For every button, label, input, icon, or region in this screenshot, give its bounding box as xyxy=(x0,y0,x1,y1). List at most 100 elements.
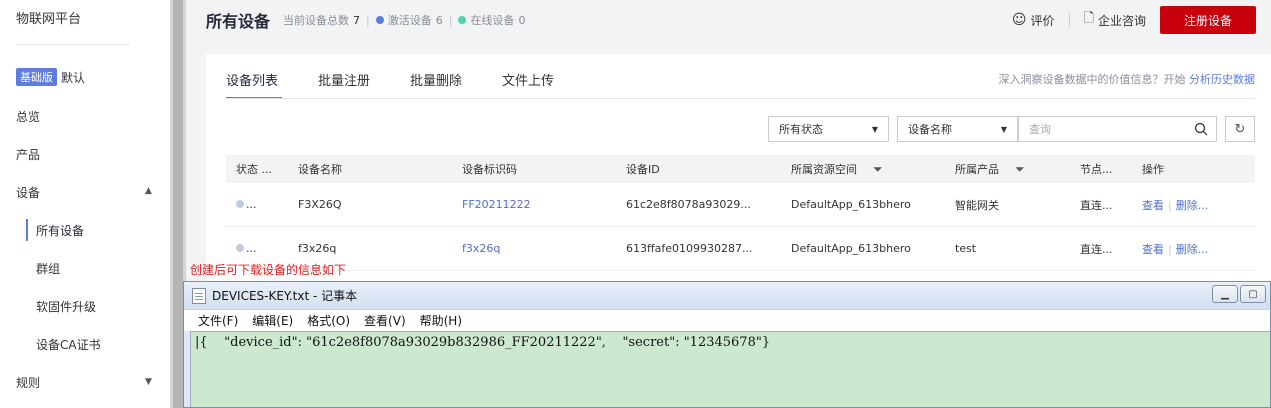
rate-link[interactable]: ☺ 评价 xyxy=(1012,12,1055,29)
insight-message: 深入洞察设备数据中的价值信息？开始 xyxy=(998,73,1186,86)
resource-space: DefaultApp_613bhero xyxy=(791,242,911,255)
status-indicator: ... xyxy=(236,242,257,255)
total-value: 7 xyxy=(353,13,360,27)
delete-link[interactable]: 删除... xyxy=(1176,243,1209,256)
maximize-button[interactable]: ▢ xyxy=(1240,285,1266,303)
device-code-link[interactable]: f3x26q xyxy=(452,242,616,255)
notepad-menubar: 文件(F) 编辑(E) 格式(O) 查看(V) 帮助(H) xyxy=(184,309,1270,331)
device-table: 状态 ... 设备名称 设备标识码 设备ID 所属资源空间 ⏷ 所属产品 ⏷ 节… xyxy=(226,155,1255,271)
analyze-history-link[interactable]: 分析历史数据 xyxy=(1189,73,1255,86)
status-indicator: ... xyxy=(236,198,257,211)
action-divider: | xyxy=(1168,242,1172,256)
register-device-button[interactable]: 注册设备 xyxy=(1160,6,1256,34)
device-id: 61c2e8f8078a93029... xyxy=(626,198,751,211)
row-actions: 查看 | 删除... xyxy=(1132,241,1255,257)
col-product-label: 所属产品 xyxy=(955,163,999,176)
table-header: 状态 ... 设备名称 设备标识码 设备ID 所属资源空间 ⏷ 所属产品 ⏷ 节… xyxy=(226,155,1255,183)
chevron-up-icon[interactable]: ▲ xyxy=(145,186,152,196)
tab-batch-register[interactable]: 批量注册 xyxy=(318,70,370,99)
status-select-value: 所有状态 xyxy=(779,123,823,136)
menu-edit[interactable]: 编辑(E) xyxy=(252,312,293,329)
rate-label: 评价 xyxy=(1030,13,1055,28)
node-type: 直连... xyxy=(1080,242,1113,256)
menu-view[interactable]: 查看(V) xyxy=(364,312,406,329)
active-label: 激活设备 xyxy=(387,14,432,27)
device-code-link[interactable]: FF20211222 xyxy=(452,198,616,211)
search-placeholder: 查询 xyxy=(1029,123,1051,136)
caret-down-icon: ▼ xyxy=(871,124,878,134)
tab-device-list[interactable]: 设备列表 xyxy=(226,70,283,99)
device-stats: 当前设备总数 7 | 激活设备 6 | 在线设备 0 xyxy=(283,12,525,28)
view-link[interactable]: 查看 xyxy=(1142,199,1164,212)
scrollbar-thumb[interactable] xyxy=(173,0,183,408)
delete-link[interactable]: 删除... xyxy=(1176,199,1209,212)
filter-icon[interactable]: ⏷ xyxy=(1015,162,1025,177)
tab-batch-delete[interactable]: 批量删除 xyxy=(410,70,462,99)
device-id: 613ffafe0109930287... xyxy=(626,242,753,255)
sidebar-item-products[interactable]: 产品 xyxy=(16,146,40,163)
action-divider: | xyxy=(1168,198,1172,212)
platform-title: 物联网平台 xyxy=(16,12,82,27)
sidebar-item-overview[interactable]: 总览 xyxy=(16,108,40,125)
notepad-editor[interactable]: |{ "device_id": "61c2e8f8078a93029b83298… xyxy=(190,331,1270,407)
col-node: 节点... xyxy=(1080,163,1113,176)
sidebar-divider xyxy=(16,44,130,45)
active-value: 6 xyxy=(435,13,443,27)
page-header: 所有设备 当前设备总数 7 | 激活设备 6 | 在线设备 0 ☺ 评价 🗋 企… xyxy=(186,0,1271,38)
status-select[interactable]: 所有状态 ▼ xyxy=(768,116,889,142)
minimize-button[interactable]: ▁ xyxy=(1212,285,1238,303)
chevron-down-icon[interactable]: ▼ xyxy=(145,377,152,387)
menu-file[interactable]: 文件(F) xyxy=(198,312,238,329)
row-actions: 查看 | 删除... xyxy=(1132,197,1255,213)
insight-text: 深入洞察设备数据中的价值信息？开始 分析历史数据 xyxy=(999,71,1256,87)
col-code: 设备标识码 xyxy=(462,163,517,176)
tab-underline xyxy=(226,98,1255,99)
filter-icon[interactable]: ⏷ xyxy=(873,162,883,177)
search-input[interactable]: 查询 xyxy=(1018,116,1217,142)
window-controls: ▁ ▢ xyxy=(1212,285,1266,303)
sidebar-item-devices[interactable]: 设备 xyxy=(16,184,40,201)
sidebar-item-groups[interactable]: 群组 xyxy=(36,260,60,277)
filter-bar: 所有状态 ▼ 设备名称 ▼ 查询 ↻ xyxy=(768,116,1255,142)
sidebar-item-rules[interactable]: 规则 xyxy=(16,374,40,391)
col-status[interactable]: 状态 ... xyxy=(226,161,288,177)
smile-icon: ☺ xyxy=(1011,12,1027,28)
minimize-icon: ▁ xyxy=(1221,288,1229,300)
menu-format[interactable]: 格式(O) xyxy=(307,312,350,329)
resource-space: DefaultApp_613bhero xyxy=(791,198,911,211)
notepad-icon xyxy=(192,287,206,304)
stats-separator: | xyxy=(448,13,453,27)
page-title: 所有设备 xyxy=(206,12,271,31)
online-value: 0 xyxy=(518,13,526,27)
menu-help[interactable]: 帮助(H) xyxy=(420,312,462,329)
sidebar-item-ca-cert[interactable]: 设备CA证书 xyxy=(36,336,101,353)
status-text: ... xyxy=(246,197,257,211)
notepad-title: DEVICES-KEY.txt - 记事本 xyxy=(212,289,358,303)
online-label: 在线设备 xyxy=(470,14,515,27)
active-dot-icon xyxy=(375,16,384,24)
edition-name: 默认 xyxy=(61,70,86,85)
caret-down-icon: ▼ xyxy=(1000,124,1007,134)
notepad-titlebar[interactable]: DEVICES-KEY.txt - 记事本 xyxy=(184,282,1270,309)
edition-badge: 基础版 xyxy=(16,68,57,86)
status-text: ... xyxy=(246,241,257,255)
tab-bar: 设备列表 批量注册 批量删除 文件上传 xyxy=(226,70,554,99)
edition-selector[interactable]: 基础版 默认 xyxy=(16,68,85,86)
field-select-value: 设备名称 xyxy=(908,123,952,136)
stats-separator: | xyxy=(366,13,370,27)
online-dot-icon xyxy=(458,16,467,24)
status-dot-icon xyxy=(236,244,244,253)
field-select[interactable]: 设备名称 ▼ xyxy=(897,116,1018,142)
tab-file-upload[interactable]: 文件上传 xyxy=(502,70,554,99)
refresh-icon: ↻ xyxy=(1234,121,1246,137)
search-icon[interactable] xyxy=(1194,122,1208,136)
consult-link[interactable]: 🗋 企业咨询 xyxy=(1084,9,1146,31)
refresh-button[interactable]: ↻ xyxy=(1225,116,1255,142)
header-divider xyxy=(1068,13,1070,27)
table-row: ... F3X26Q FF20211222 61c2e8f8078a93029.… xyxy=(226,183,1255,227)
sidebar-item-all-devices[interactable]: 所有设备 xyxy=(36,222,84,239)
sidebar-item-firmware[interactable]: 软固件升级 xyxy=(36,298,96,315)
col-space: 所属资源空间 ⏷ xyxy=(781,161,945,177)
total-label: 当前设备总数 xyxy=(283,14,349,27)
view-link[interactable]: 查看 xyxy=(1142,243,1164,256)
